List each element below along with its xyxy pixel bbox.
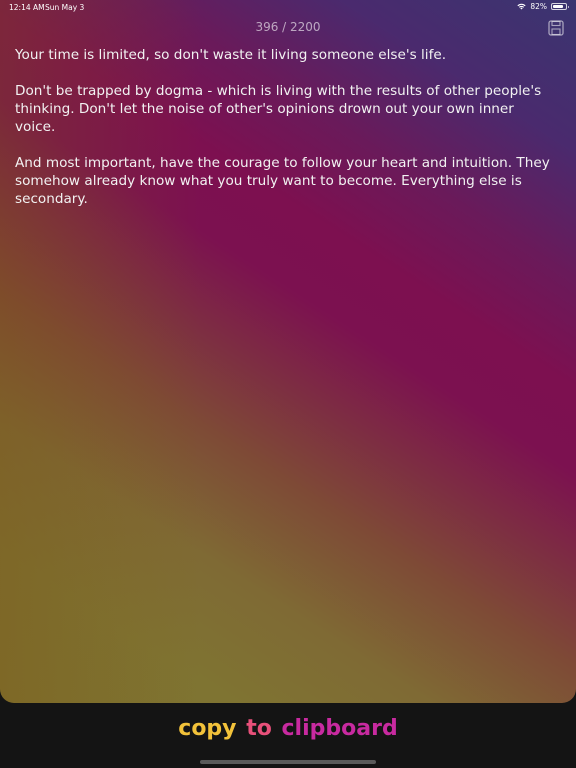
status-time: 12:14 AM xyxy=(9,3,45,12)
battery-percent: 82% xyxy=(530,2,547,11)
quote-text[interactable]: Your time is limited, so don't waste it … xyxy=(15,46,555,226)
wifi-icon xyxy=(517,3,526,10)
screen: 12:14 AM Sun May 3 82% 396 / 2200 Your t… xyxy=(0,0,576,768)
floppy-disk-icon[interactable] xyxy=(548,20,564,36)
copy-to-clipboard-button[interactable]: copy to clipboard xyxy=(0,716,576,741)
clipboard-word: clipboard xyxy=(281,716,398,741)
paragraph: Don't be trapped by dogma - which is liv… xyxy=(15,83,542,135)
paragraph: Your time is limited, so don't waste it … xyxy=(15,47,447,63)
battery-fill xyxy=(553,5,563,8)
character-counter: 396 / 2200 xyxy=(255,20,321,34)
copy-word: copy xyxy=(178,716,237,741)
to-word: to xyxy=(246,716,272,741)
status-bar: 12:14 AM Sun May 3 82% xyxy=(0,0,576,14)
battery-icon xyxy=(551,3,569,10)
battery-tip xyxy=(567,5,569,8)
home-indicator[interactable] xyxy=(200,760,376,764)
status-right: 82% xyxy=(517,2,569,11)
paragraph: And most important, have the courage to … xyxy=(15,155,550,207)
status-date: Sun May 3 xyxy=(45,3,85,12)
